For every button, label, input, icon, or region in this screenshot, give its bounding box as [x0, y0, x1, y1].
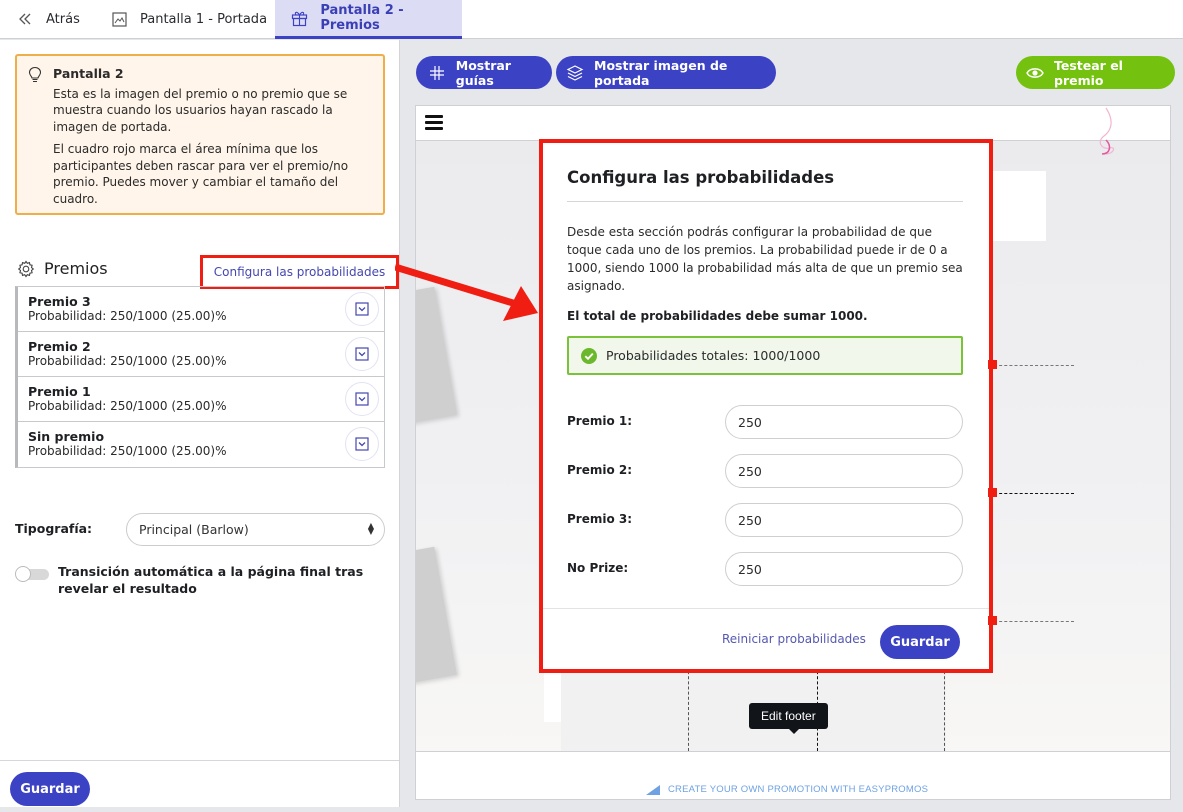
prize-item[interactable]: Premio 1 Probabilidad: 250/1000 (25.00)%	[18, 377, 384, 422]
image-icon	[110, 10, 128, 28]
total-status-text: Probabilidades totales: 1000/1000	[606, 348, 821, 363]
expand-prize-button[interactable]	[345, 337, 379, 371]
easypromos-brand-link[interactable]: CREATE YOUR OWN PROMOTION WITH EASYPROMO…	[646, 784, 928, 795]
prize-name: Premio 3	[28, 294, 91, 309]
prize-item[interactable]: Sin premio Probabilidad: 250/1000 (25.00…	[18, 422, 384, 467]
chevrons-left-icon	[16, 10, 34, 28]
top-tab-bar: Atrás Pantalla 1 - Portada Pantalla 2 - …	[0, 0, 1183, 39]
chevron-down-icon	[355, 347, 369, 361]
premio-2-input[interactable]	[725, 454, 963, 488]
prize-name: Sin premio	[28, 429, 105, 444]
left-panel-footer: Guardar	[0, 760, 399, 807]
left-settings-panel: Pantalla 2 Esta es la imagen del premio …	[0, 40, 400, 807]
gift-icon	[291, 9, 308, 27]
hamburger-menu-icon[interactable]	[425, 115, 443, 130]
typography-selected-value: Principal (Barlow)	[139, 522, 249, 537]
prize-probability: Probabilidad: 250/1000 (25.00)%	[28, 354, 227, 368]
preview-header	[416, 106, 1170, 141]
tip-paragraph: Esta es la imagen del premio o no premio…	[53, 86, 348, 134]
prize-list: Premio 3 Probabilidad: 250/1000 (25.00)%…	[15, 286, 385, 468]
modal-save-button[interactable]: Guardar	[880, 625, 960, 659]
eye-icon	[1026, 64, 1044, 82]
tip-paragraph: El cuadro rojo marca el área mínima que …	[53, 142, 349, 206]
prize-name: Premio 1	[28, 384, 91, 399]
chevron-down-icon	[355, 302, 369, 316]
guide-line	[994, 365, 1074, 366]
tab-pantalla-2[interactable]: Pantalla 2 - Premios	[275, 0, 462, 39]
probability-row: Premio 2:	[567, 454, 963, 488]
layers-icon	[566, 64, 584, 82]
gear-icon	[17, 260, 35, 277]
prize-item[interactable]: Premio 3 Probabilidad: 250/1000 (25.00)%	[18, 287, 384, 332]
show-guides-button[interactable]: Mostrar guías	[416, 56, 552, 89]
modal-description: Desde esta sección podrás configurar la …	[567, 225, 963, 293]
typography-select[interactable]: Principal (Barlow) ▲ ▼	[126, 513, 385, 546]
expand-prize-button[interactable]	[345, 292, 379, 326]
auto-transition-toggle[interactable]	[15, 566, 49, 582]
select-arrows-icon: ▲ ▼	[367, 521, 374, 536]
tab-label: Atrás	[46, 11, 80, 27]
resize-handle[interactable]	[988, 616, 997, 625]
guide-line	[994, 493, 1074, 494]
prize-name: Premio 2	[28, 339, 91, 354]
prize-item[interactable]: Premio 2 Probabilidad: 250/1000 (25.00)%	[18, 332, 384, 377]
total-status-alert: Probabilidades totales: 1000/1000	[567, 336, 963, 375]
probability-label: Premio 3:	[567, 512, 633, 526]
prize-probability: Probabilidad: 250/1000 (25.00)%	[28, 444, 227, 458]
prizes-heading-label: Premios	[44, 259, 108, 278]
prize-probability: Probabilidad: 250/1000 (25.00)%	[28, 309, 227, 323]
prize-probability: Probabilidad: 250/1000 (25.00)%	[28, 399, 227, 413]
tab-label: Pantalla 2 - Premios	[320, 3, 404, 33]
resize-handle[interactable]	[988, 488, 997, 497]
expand-prize-button[interactable]	[345, 382, 379, 416]
expand-prize-button[interactable]	[345, 427, 379, 461]
info-tip-box: Pantalla 2 Esta es la imagen del premio …	[15, 54, 385, 215]
save-button[interactable]: Guardar	[10, 772, 90, 806]
chevron-down-icon	[355, 392, 369, 406]
modal-rule: El total de probabilidades debe sumar 10…	[567, 309, 868, 323]
premio-3-input[interactable]	[725, 503, 963, 537]
decorative-squiggle	[1099, 107, 1115, 155]
tip-title: Pantalla 2	[53, 66, 124, 81]
resize-handle[interactable]	[988, 360, 997, 369]
guide-line	[994, 621, 1074, 622]
premio-1-input[interactable]	[725, 405, 963, 439]
preview-footer[interactable]: CREATE YOUR OWN PROMOTION WITH EASYPROMO…	[416, 751, 1170, 799]
probabilities-modal: Configura las probabilidades Desde esta …	[539, 139, 993, 673]
chevron-down-icon	[355, 437, 369, 451]
typography-label: Tipografía:	[15, 521, 93, 536]
probability-label: No Prize:	[567, 561, 629, 575]
probability-row: Premio 3:	[567, 503, 963, 537]
prizes-heading: Premios	[17, 259, 108, 278]
easypromos-logo-icon	[646, 784, 660, 795]
no-prize-input[interactable]	[725, 552, 963, 586]
probability-row: Premio 1:	[567, 405, 963, 439]
tab-back[interactable]: Atrás	[16, 0, 80, 38]
lightbulb-icon	[28, 66, 42, 83]
probability-label: Premio 1:	[567, 414, 633, 428]
test-prize-button[interactable]: Testear el premio	[1016, 56, 1175, 89]
guide-line	[688, 666, 689, 751]
guide-line	[944, 666, 945, 751]
modal-title: Configura las probabilidades	[567, 168, 835, 187]
reset-probabilities-link[interactable]: Reiniciar probabilidades	[722, 632, 866, 646]
edit-footer-tooltip: Edit footer	[749, 703, 828, 734]
auto-transition-label: Transición automática a la página final …	[58, 564, 364, 596]
show-cover-image-button[interactable]: Mostrar imagen de portada	[556, 56, 776, 89]
probability-row: No Prize:	[567, 552, 963, 586]
check-circle-icon	[581, 347, 597, 364]
configure-probabilities-link[interactable]: Configura las probabilidades	[200, 255, 399, 289]
hash-icon	[428, 64, 446, 82]
probability-label: Premio 2:	[567, 463, 633, 477]
tab-label: Pantalla 1 - Portada	[140, 11, 268, 27]
tab-pantalla-1[interactable]: Pantalla 1 - Portada	[110, 0, 267, 38]
